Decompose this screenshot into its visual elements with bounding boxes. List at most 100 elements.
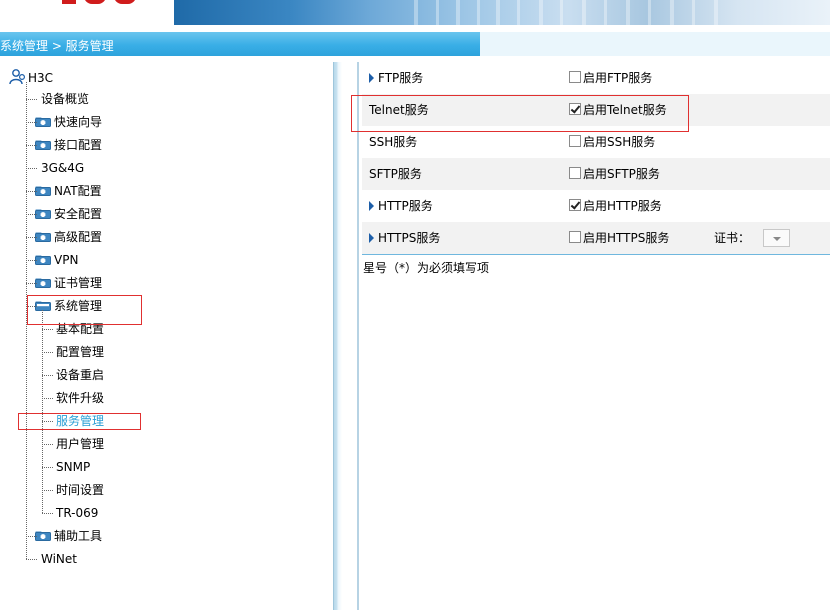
expandable-service-name[interactable]: HTTPS服务: [369, 222, 440, 254]
tree-connector-line: [26, 168, 37, 169]
checkbox-label[interactable]: 启用HTTPS服务: [583, 231, 669, 245]
enable-service-checkbox-group[interactable]: 启用SFTP服务: [569, 158, 660, 190]
service-row: SFTP服务 启用SFTP服务: [362, 158, 830, 190]
tree-connector-line: [42, 398, 53, 399]
service-management-panel: FTP服务 启用FTP服务 Telnet服务 启用Telnet服务 SSH服务 启用SSH…: [351, 62, 830, 610]
enable-service-checkbox-group[interactable]: 启用HTTPS服务: [569, 222, 669, 254]
tree-item-label: 快速向导: [54, 115, 103, 129]
enable-service-checkbox[interactable]: [569, 134, 581, 147]
tree-item-label: 用户管理: [56, 437, 105, 451]
service-row: HTTPS服务 启用HTTPS服务 证书：: [362, 222, 830, 254]
tree-item-5[interactable]: 安全配置: [35, 204, 102, 224]
certificate-label: 证书：: [714, 231, 751, 245]
banner-image: [174, 0, 830, 25]
enable-service-checkbox[interactable]: [569, 166, 581, 179]
checkbox-label[interactable]: 启用FTP服务: [583, 71, 652, 85]
tree-item-label: 接口配置: [54, 138, 103, 152]
service-row: HTTP服务 启用HTTP服务: [362, 190, 830, 222]
tree-item-label: 证书管理: [54, 276, 103, 290]
tree-item-8[interactable]: 证书管理: [35, 273, 102, 293]
tree-connector-line: [42, 329, 53, 330]
checkbox-label[interactable]: 启用SSH服务: [583, 135, 655, 149]
enable-service-checkbox[interactable]: [569, 230, 581, 243]
service-name-label: SFTP服务: [369, 167, 422, 181]
folder-icon: [35, 255, 51, 265]
breadcrumb-bar: 系统管理 > 服务管理: [0, 32, 830, 56]
network-root-icon: [9, 68, 26, 84]
tree-item-2[interactable]: 接口配置: [35, 135, 102, 155]
tree-root-h3c[interactable]: H3C: [8, 68, 53, 88]
required-fields-note: 星号（*）为必须填写项: [363, 261, 490, 275]
tree-subitem-3[interactable]: 软件升级: [56, 388, 104, 408]
expandable-service-name[interactable]: HTTP服务: [369, 190, 433, 222]
tree-subitem-1[interactable]: 配置管理: [56, 342, 104, 362]
folder-icon: [35, 232, 51, 242]
folder-icon: [35, 531, 51, 541]
tree-connector-line: [26, 214, 37, 215]
tree-connector-line: [42, 467, 53, 468]
enable-service-checkbox[interactable]: [569, 198, 581, 211]
tree-item-label: 时间设置: [56, 483, 105, 497]
folder-icon: [35, 209, 51, 219]
tree-item-label: 3G&4G: [41, 161, 85, 175]
enable-service-checkbox[interactable]: [569, 70, 581, 83]
tree-connector-line: [26, 283, 37, 284]
folder-icon: [35, 140, 51, 150]
expand-arrow-icon[interactable]: [369, 233, 374, 243]
tree-item-7[interactable]: VPN: [35, 250, 78, 270]
tree-connector-line: [42, 513, 53, 514]
tree-item-label: 软件升级: [56, 391, 105, 405]
tree-item-6[interactable]: 高级配置: [35, 227, 102, 247]
expandable-service-name[interactable]: FTP服务: [369, 62, 423, 94]
navigation-tree: H3C 设备概览快速向导接口配置 3G&4G NAT配置安全配置高级配置 VPN 证书管理…: [0, 62, 333, 610]
highlight-box-service-management: [18, 413, 141, 430]
checkbox-label[interactable]: 启用HTTP服务: [583, 199, 662, 213]
tree-item-4[interactable]: NAT配置: [35, 181, 102, 201]
tree-connector-line: [26, 559, 37, 560]
tree-item-label: 配置管理: [56, 345, 105, 359]
tree-item-0[interactable]: 设备概览: [41, 89, 89, 109]
tree-connector-line: [26, 237, 37, 238]
service-name-label: FTP服务: [378, 71, 424, 85]
tree-connector-line: [42, 444, 53, 445]
tree-subitem-7[interactable]: 时间设置: [56, 480, 104, 500]
tree-connector-line: [26, 145, 37, 146]
tree-item-label: 辅助工具: [54, 529, 103, 543]
service-name-label: HTTP服务: [378, 199, 433, 213]
tree-connector-line: [42, 310, 43, 513]
table-bottom-border: [362, 254, 830, 255]
highlight-box-system-management: [27, 295, 142, 325]
tree-item-label: SNMP: [56, 460, 91, 474]
expand-arrow-icon[interactable]: [369, 73, 374, 83]
tree-item-label: TR-069: [56, 506, 99, 520]
tree-connector-line: [26, 122, 37, 123]
tree-item-11[interactable]: WiNet: [41, 549, 77, 569]
tree-connector-line: [26, 536, 37, 537]
tree-connector-line: [26, 260, 37, 261]
certificate-select[interactable]: [763, 229, 790, 247]
checkbox-label[interactable]: 启用SFTP服务: [583, 167, 660, 181]
tree-connector-line: [42, 352, 53, 353]
tree-item-10[interactable]: 辅助工具: [35, 526, 102, 546]
tree-subitem-5[interactable]: 用户管理: [56, 434, 104, 454]
tree-connector-line: [26, 191, 37, 192]
tree-item-label: VPN: [54, 253, 79, 267]
expand-arrow-icon[interactable]: [369, 201, 374, 211]
tree-item-label: NAT配置: [54, 184, 102, 198]
tree-connector-line: [26, 99, 37, 100]
enable-service-checkbox-group[interactable]: 启用HTTP服务: [569, 190, 662, 222]
sidebar-divider[interactable]: [333, 62, 359, 610]
highlight-box-telnet-service: [351, 95, 689, 132]
tree-subitem-2[interactable]: 设备重启: [56, 365, 104, 385]
tree-item-1[interactable]: 快速向导: [35, 112, 102, 132]
tree-item-label: 设备重启: [56, 368, 105, 382]
tree-item-3[interactable]: 3G&4G: [41, 158, 84, 178]
tree-subitem-6[interactable]: SNMP: [56, 457, 90, 477]
tree-subitem-8[interactable]: TR-069: [56, 503, 98, 523]
top-banner: [0, 0, 830, 25]
tree-item-label: 安全配置: [54, 207, 103, 221]
enable-service-checkbox-group[interactable]: 启用FTP服务: [569, 62, 652, 94]
tree-item-label: WiNet: [41, 552, 77, 566]
tree-connector-line: [42, 490, 53, 491]
tree-item-label: 设备概览: [41, 92, 90, 106]
